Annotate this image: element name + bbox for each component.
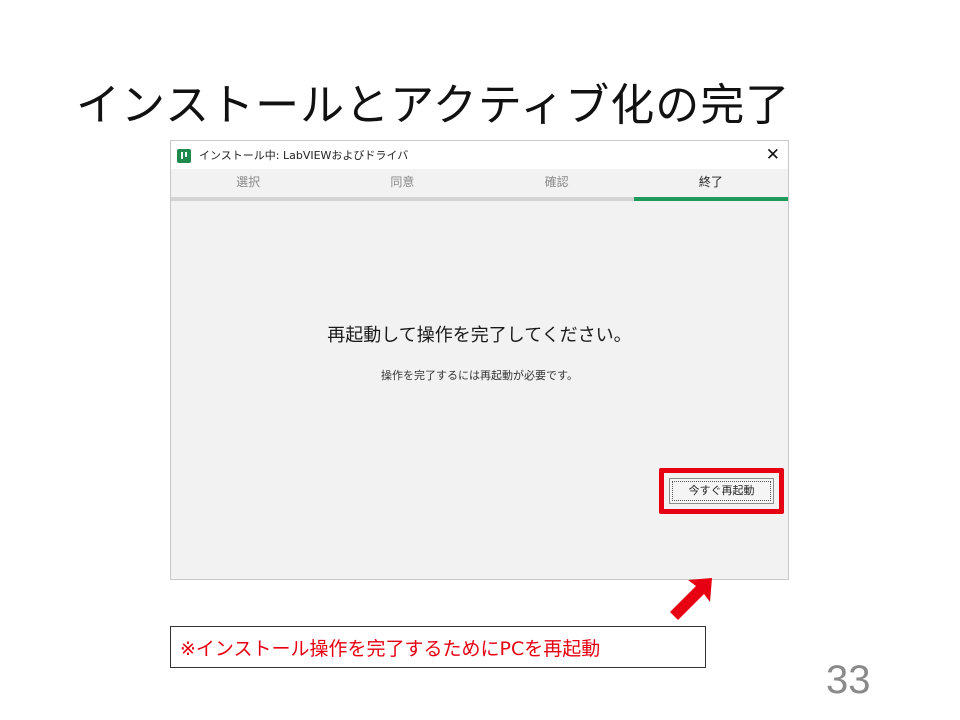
tab-select: 選択	[171, 169, 326, 201]
ni-package-manager-icon	[177, 149, 191, 163]
slide-title: インストールとアクティブ化の完了	[76, 80, 791, 131]
installer-window: インストール中: LabVIEWおよびドライバ ✕ 選択 同意 確認 終了 再起…	[170, 140, 789, 580]
window-title: インストール中: LabVIEWおよびドライバ	[199, 149, 409, 162]
restart-main-message: 再起動して操作を完了してください。	[327, 325, 632, 346]
restart-sub-message: 操作を完了するには再起動が必要です。	[381, 369, 578, 382]
annotation-note: ※インストール操作を完了するためにPCを再起動	[180, 638, 601, 660]
window-content: 再起動して操作を完了してください。 操作を完了するには再起動が必要です。	[171, 201, 788, 579]
tab-confirm: 確認	[479, 169, 635, 201]
page-number: 33	[826, 658, 871, 702]
close-icon[interactable]: ✕	[766, 144, 780, 166]
tab-finish: 終了	[633, 169, 789, 201]
step-tabs: 選択 同意 確認 終了	[171, 169, 789, 201]
tab-agree: 同意	[325, 169, 480, 201]
annotation-note-box: ※インストール操作を完了するためにPCを再起動	[170, 626, 706, 668]
window-titlebar: インストール中: LabVIEWおよびドライバ ✕	[171, 141, 788, 169]
restart-now-button[interactable]: 今すぐ再起動	[669, 478, 774, 504]
pointer-arrow-icon	[670, 578, 712, 620]
